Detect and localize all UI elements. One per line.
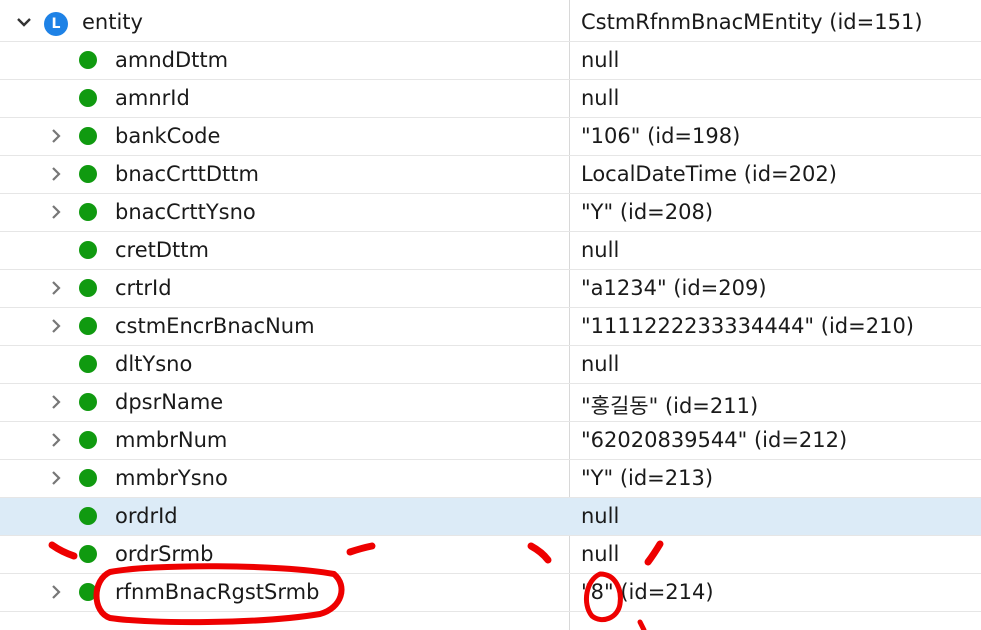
tree-row-empty <box>0 612 981 630</box>
variable-value: CstmRfnmBnacMEntity (id=151) <box>581 10 923 34</box>
field-name: ordrSrmb <box>115 542 214 566</box>
field-value: "106" (id=198) <box>581 124 741 148</box>
field-name: bankCode <box>115 124 221 148</box>
field-value: "62020839544" (id=212) <box>581 428 848 452</box>
field-value: null <box>581 542 620 566</box>
field-value: "Y" (id=213) <box>581 466 714 490</box>
field-name: ordrId <box>115 504 178 528</box>
field-icon <box>79 51 97 69</box>
field-name: cretDttm <box>115 238 209 262</box>
field-name: rfnmBnacRgstSrmb <box>115 580 320 604</box>
tree-row-field[interactable]: ordrSrmb null <box>0 536 981 574</box>
tree-row-field[interactable]: crtrId "a1234" (id=209) <box>0 270 981 308</box>
field-name: mmbrYsno <box>115 466 228 490</box>
field-name: amndDttm <box>115 48 229 72</box>
field-value: null <box>581 352 620 376</box>
field-value: LocalDateTime (id=202) <box>581 162 837 186</box>
field-icon <box>79 469 97 487</box>
chevron-right-icon[interactable] <box>48 584 64 600</box>
tree-row-field[interactable]: cstmEncrBnacNum "1111222233334444" (id=2… <box>0 308 981 346</box>
field-icon <box>79 279 97 297</box>
chevron-right-icon[interactable] <box>48 470 64 486</box>
chevron-right-icon[interactable] <box>48 128 64 144</box>
field-name: dpsrName <box>115 390 224 414</box>
field-icon <box>79 545 97 563</box>
field-icon <box>79 127 97 145</box>
field-name: bnacCrttDttm <box>115 162 259 186</box>
field-icon <box>79 89 97 107</box>
variable-name: entity <box>82 10 143 34</box>
local-variable-icon: L <box>44 12 68 36</box>
tree-row-field[interactable]: bankCode "106" (id=198) <box>0 118 981 156</box>
field-icon <box>79 431 97 449</box>
chevron-right-icon[interactable] <box>48 432 64 448</box>
chevron-down-icon[interactable] <box>16 14 32 30</box>
chevron-right-icon[interactable] <box>48 204 64 220</box>
chevron-right-icon[interactable] <box>48 318 64 334</box>
tree-row-field[interactable]: amndDttm null <box>0 42 981 80</box>
tree-row-field[interactable]: dltYsno null <box>0 346 981 384</box>
field-icon <box>79 507 97 525</box>
field-value: null <box>581 48 620 72</box>
field-value: "홍길동" (id=211) <box>581 394 759 418</box>
field-value: null <box>581 238 620 262</box>
field-icon <box>79 203 97 221</box>
field-icon <box>79 583 97 601</box>
field-icon <box>79 317 97 335</box>
field-name: dltYsno <box>115 352 193 376</box>
field-value: "a1234" (id=209) <box>581 276 767 300</box>
field-icon <box>79 355 97 373</box>
chevron-right-icon[interactable] <box>48 394 64 410</box>
field-name: mmbrNum <box>115 428 228 452</box>
tree-row-field[interactable]: mmbrNum "62020839544" (id=212) <box>0 422 981 460</box>
tree-row-field[interactable]: mmbrYsno "Y" (id=213) <box>0 460 981 498</box>
field-name: crtrId <box>115 276 172 300</box>
tree-row-field[interactable]: bnacCrttDttm LocalDateTime (id=202) <box>0 156 981 194</box>
variables-tree: L entity CstmRfnmBnacMEntity (id=151) am… <box>0 0 981 630</box>
chevron-right-icon[interactable] <box>48 280 64 296</box>
tree-row-entity[interactable]: L entity CstmRfnmBnacMEntity (id=151) <box>0 4 981 42</box>
field-value: "Y" (id=208) <box>581 200 714 224</box>
field-value: "8" (id=214) <box>581 580 714 604</box>
chevron-right-icon[interactable] <box>48 166 64 182</box>
field-name: amnrId <box>115 86 190 110</box>
tree-row-field[interactable]: bnacCrttYsno "Y" (id=208) <box>0 194 981 232</box>
field-icon <box>79 241 97 259</box>
tree-row-field[interactable]: dpsrName "홍길동" (id=211) <box>0 384 981 422</box>
tree-row-field-selected[interactable]: ordrId null <box>0 498 981 536</box>
field-value: "1111222233334444" (id=210) <box>581 314 914 338</box>
field-name: bnacCrttYsno <box>115 200 256 224</box>
field-value: null <box>581 504 620 528</box>
tree-row-field[interactable]: amnrId null <box>0 80 981 118</box>
field-value: null <box>581 86 620 110</box>
tree-row-field[interactable]: rfnmBnacRgstSrmb "8" (id=214) <box>0 574 981 612</box>
tree-row-field[interactable]: cretDttm null <box>0 232 981 270</box>
field-name: cstmEncrBnacNum <box>115 314 315 338</box>
field-icon <box>79 165 97 183</box>
field-icon <box>79 393 97 411</box>
